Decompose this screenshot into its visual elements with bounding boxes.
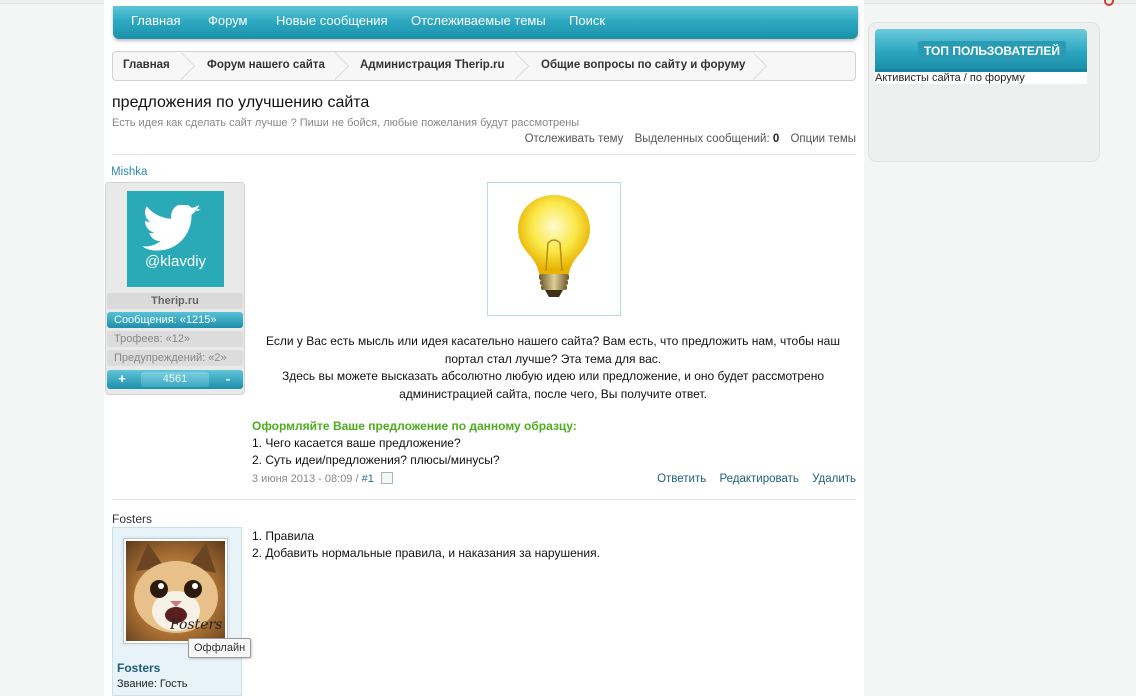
avatar-caption: Fosters [170,617,223,633]
post-author-name[interactable]: Mishka [111,166,147,178]
breadcrumb-item-administration[interactable]: Администрация Therip.ru [360,59,505,71]
divider [112,499,856,500]
reputation-bar: + 4561 - [107,370,243,389]
user-trophies: Трофеев: «12» [107,331,243,347]
post-actions: Ответить Редактировать Удалить [647,473,856,485]
post-text-line: Если у Вас есть мысль или идея касательн… [265,334,840,348]
breadcrumb-item-forum[interactable]: Форум нашего сайта [207,59,325,71]
template-item: 1. Чего касается ваше предложение? [252,436,461,450]
thread-subtitle: Есть идея как сделать сайт лучше ? Пиши … [112,117,580,129]
selected-posts-indicator[interactable]: Выделенных сообщений: 0 [635,133,780,145]
thread-options-link[interactable]: Опции темы [790,133,856,145]
top-users-title: ТОП ПОЛЬЗОВАТЕЛЕЙ [918,41,1066,61]
post-text-line: 1. Правила [252,529,315,543]
post-number-link[interactable]: #1 [362,473,374,485]
nav-item-forum[interactable]: Форум [208,13,248,28]
nav-item-search[interactable]: Поиск [569,13,605,28]
reply-button[interactable]: Ответить [657,473,706,485]
select-post-checkbox[interactable] [380,472,393,484]
post-text-line: Здесь вы можете высказать абсолютно любу… [281,369,825,383]
user-message-count: Сообщения: «1215» [107,312,243,328]
reputation-value: 4561 [141,372,209,387]
edit-button[interactable]: Редактировать [719,473,798,485]
post-text-line: 2. Добавить нормальные правила, и наказа… [252,546,600,560]
lightbulb-icon [518,195,590,297]
user-name-link[interactable]: Fosters [117,661,160,675]
post-text: Если у Вас есть мысль или идея касательн… [250,333,856,403]
thread-tools: Отслеживать тему Выделенных сообщений: 0… [517,133,856,145]
template-item: 2. Суть идеи/предложения? плюсы/минусы? [252,453,500,467]
nav-item-new-posts[interactable]: Новые сообщения [276,13,388,28]
breadcrumb-item-home[interactable]: Главная [123,59,170,71]
browser-corner-icon[interactable] [1104,0,1114,6]
selected-posts-label: Выделенных сообщений: [634,133,770,145]
avatar[interactable]: @klavdiy [127,191,224,287]
post-text-line: портал стал лучше? Эта тема для вас. [444,351,662,366]
post-author-name[interactable]: Fosters [112,512,152,526]
post-text-line: администрацией сайта, после чего, Вы пол… [399,386,707,401]
nav-item-tracked-topics[interactable]: Отслеживаемые темы [411,13,546,28]
breadcrumb-separator [181,52,195,80]
top-users-tabs[interactable]: Активисты сайта / по форуму [875,72,1087,84]
thread-title: предложения по улучшению сайта [112,94,370,111]
nav-item-home[interactable]: Главная [131,13,180,28]
status-tooltip: Оффлайн [188,638,252,658]
post-meta: 3 июня 2013 - 08:09 / #1 [252,472,393,485]
track-topic-link[interactable]: Отслеживать тему [525,133,624,145]
user-rank: Звание: Гость [117,678,188,690]
avatar-handle-text: @klavdiy [144,253,207,270]
user-warnings: Предупреждений: «2» [107,350,243,366]
reputation-minus-button[interactable]: - [213,370,243,389]
breadcrumb-separator [753,52,767,80]
selected-posts-count: 0 [772,133,780,145]
breadcrumb-separator [335,52,349,80]
divider [112,154,856,155]
twitter-bird-icon [142,205,201,251]
reputation-plus-button[interactable]: + [107,370,137,389]
breadcrumb-separator [515,52,529,80]
breadcrumb: Главная Форум нашего сайта Администрация… [112,51,856,81]
delete-button[interactable]: Удалить [812,473,856,485]
sidebar-header: ТОП ПОЛЬЗОВАТЕЛЕЙ [875,29,1087,72]
lightbulb-image [487,182,621,316]
main-navbar: Главная Форум Новые сообщения Отслеживае… [113,6,858,39]
avatar[interactable]: Fosters [126,541,225,641]
post-date: 3 июня 2013 - 08:09 / [252,473,359,485]
breadcrumb-item-general-questions[interactable]: Общие вопросы по сайту и форуму [541,59,745,71]
user-site-label: Therip.ru [107,293,243,309]
template-heading: Оформляйте Ваше предложение по данному о… [252,419,577,433]
